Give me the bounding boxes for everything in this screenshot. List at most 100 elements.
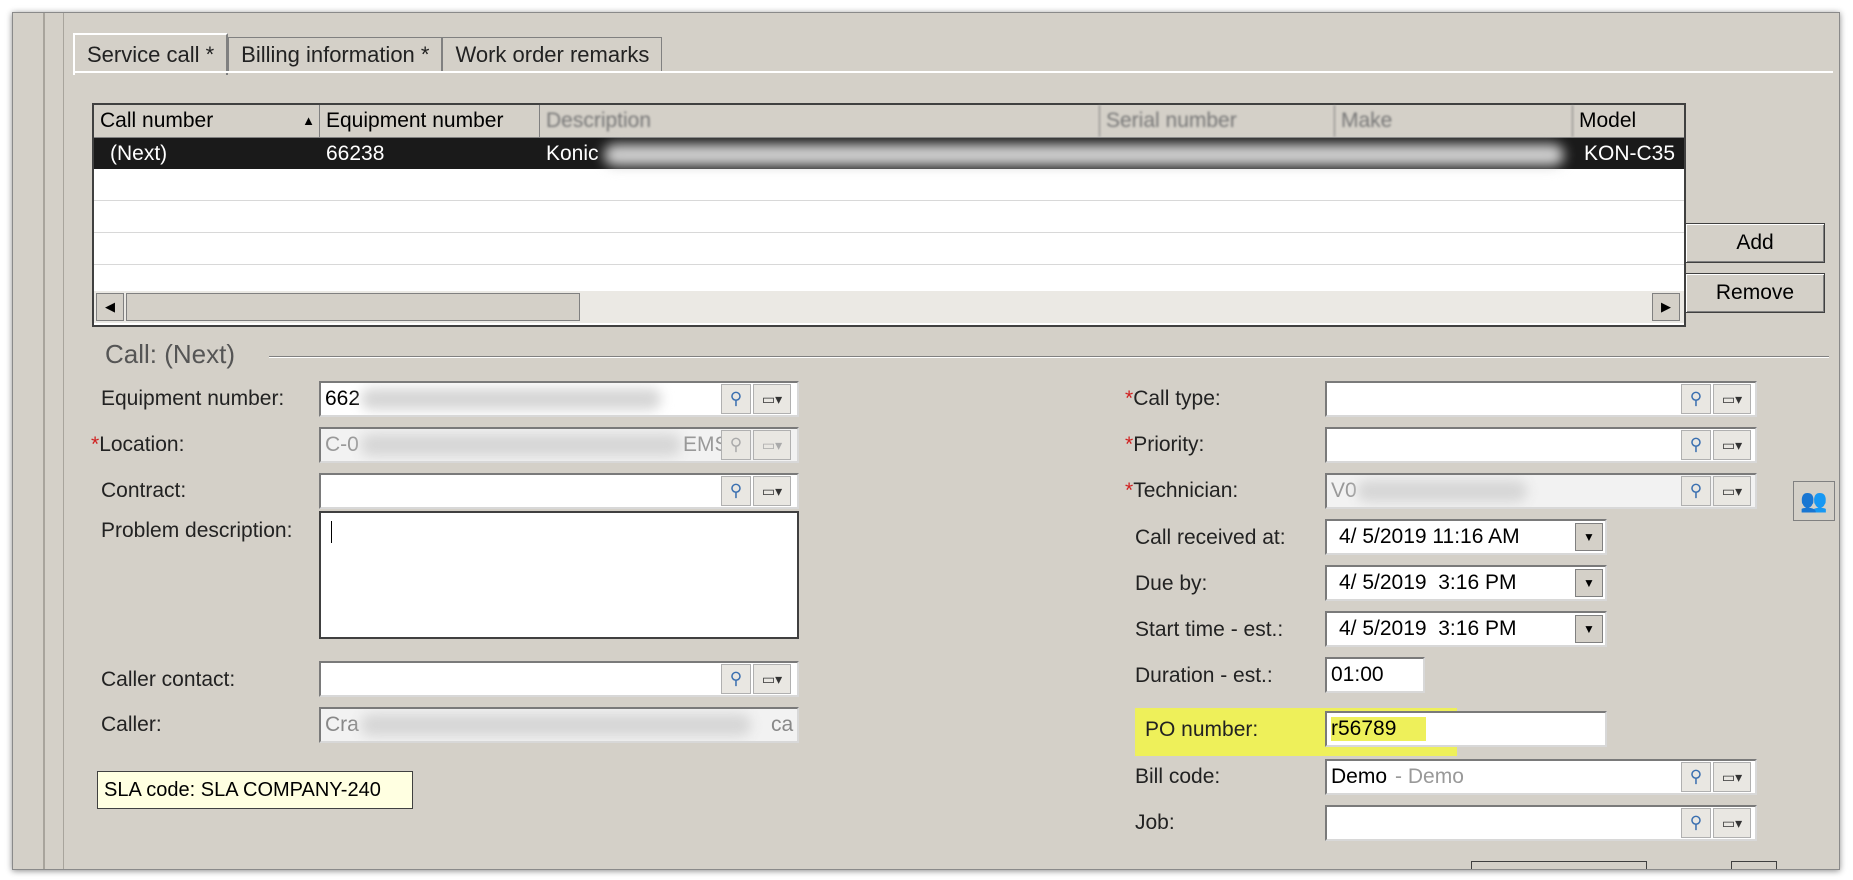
dropdown-menu-icon[interactable]: ▭▾ bbox=[1713, 430, 1751, 460]
location-value-start: C-0 bbox=[325, 433, 359, 456]
call-received-datetime[interactable]: 4/ 5/2019 11:16 AM ▼ bbox=[1325, 519, 1607, 555]
caller-value-end: ca bbox=[771, 713, 794, 736]
contract-label: Contract: bbox=[101, 479, 187, 502]
window-frame: Service call * Billing information * Wor… bbox=[12, 12, 1840, 870]
po-number-label: PO number: bbox=[1145, 718, 1259, 741]
chevron-down-icon[interactable]: ▼ bbox=[1575, 615, 1603, 643]
lookup-icon[interactable]: ⚲ bbox=[1681, 476, 1711, 506]
column-call-number[interactable]: Call number ▲ bbox=[94, 105, 320, 137]
due-by-datetime[interactable]: 4/ 5/2019 3:16 PM ▼ bbox=[1325, 565, 1607, 601]
dropdown-menu-icon[interactable]: ▭▾ bbox=[753, 664, 791, 694]
sort-ascending-icon: ▲ bbox=[302, 113, 315, 128]
redacted-cell-content bbox=[604, 144, 1564, 166]
caller-field[interactable]: Cra ca bbox=[319, 707, 799, 743]
cell-equipment-number: 66238 bbox=[326, 141, 385, 165]
scrollbar-thumb[interactable] bbox=[126, 293, 580, 321]
call-group-title: Call: (Next) bbox=[105, 339, 236, 369]
column-serial-number[interactable]: Serial number bbox=[1100, 105, 1335, 137]
lookup-icon[interactable]: ⚲ bbox=[1681, 430, 1711, 460]
lookup-icon[interactable]: ⚲ bbox=[721, 430, 751, 460]
dropdown-menu-icon[interactable]: ▭▾ bbox=[753, 476, 791, 506]
group-divider bbox=[269, 356, 1829, 358]
column-make[interactable]: Make bbox=[1335, 105, 1573, 137]
chevron-down-icon[interactable]: ▼ bbox=[1575, 523, 1603, 551]
bottom-icon-button[interactable] bbox=[1731, 861, 1777, 869]
scroll-right-icon[interactable]: ▶ bbox=[1652, 293, 1680, 321]
remove-button[interactable]: Remove bbox=[1685, 273, 1825, 313]
contract-field[interactable]: ⚲ ▭▾ bbox=[319, 473, 799, 509]
tab-service-call[interactable]: Service call * bbox=[73, 33, 229, 75]
duration-field[interactable]: 01:00 bbox=[1325, 657, 1425, 693]
lookup-icon[interactable]: ⚲ bbox=[721, 384, 751, 414]
start-time-datetime[interactable]: 4/ 5/2019 3:16 PM ▼ bbox=[1325, 611, 1607, 647]
caller-value-start: Cra bbox=[325, 713, 359, 736]
lookup-icon[interactable]: ⚲ bbox=[721, 476, 751, 506]
column-model[interactable]: Model bbox=[1573, 105, 1684, 137]
table-row-empty bbox=[94, 169, 1684, 201]
dropdown-menu-icon[interactable]: ▭▾ bbox=[753, 384, 791, 414]
bill-code-label: Bill code: bbox=[1135, 765, 1221, 788]
call-type-field[interactable]: ⚲ ▭▾ bbox=[1325, 381, 1757, 417]
cell-call-number: (Next) bbox=[110, 141, 168, 165]
table-row-empty bbox=[94, 201, 1684, 233]
equipment-number-value: 662 bbox=[325, 387, 361, 410]
add-button[interactable]: Add bbox=[1685, 223, 1825, 263]
horizontal-scrollbar[interactable]: ◀ ▶ bbox=[94, 291, 1684, 323]
equipment-number-label: Equipment number: bbox=[101, 387, 285, 410]
lookup-person-icon[interactable]: ⚲ bbox=[721, 664, 751, 694]
scroll-left-icon[interactable]: ◀ bbox=[96, 293, 124, 321]
lookup-icon[interactable]: ⚲ bbox=[1681, 762, 1711, 792]
people-lookup-icon[interactable]: 👥 bbox=[1793, 481, 1835, 521]
sla-code-tooltip: SLA code: SLA COMPANY-240 bbox=[97, 771, 413, 809]
tab-work-order-remarks[interactable]: Work order remarks bbox=[442, 37, 663, 72]
problem-description-label: Problem description: bbox=[101, 519, 293, 542]
dropdown-menu-icon[interactable]: ▭▾ bbox=[1713, 384, 1751, 414]
start-time-value: 4/ 5/2019 3:16 PM bbox=[1339, 617, 1517, 640]
grid-header: Call number ▲ Equipment number Descripti… bbox=[94, 105, 1684, 138]
due-by-value: 4/ 5/2019 3:16 PM bbox=[1339, 571, 1517, 594]
column-description[interactable]: Description bbox=[540, 105, 1100, 137]
location-field[interactable]: C-0 EMS ⚲ ▭▾ bbox=[319, 427, 799, 463]
bill-code-value: Demo bbox=[1331, 765, 1388, 788]
priority-label: *Priority: bbox=[1125, 433, 1205, 456]
problem-description-textarea[interactable] bbox=[319, 511, 799, 639]
po-number-value: r56789 bbox=[1331, 717, 1427, 741]
caller-label: Caller: bbox=[101, 713, 162, 736]
dropdown-menu-icon[interactable]: ▭▾ bbox=[753, 430, 791, 460]
equipment-grid[interactable]: Call number ▲ Equipment number Descripti… bbox=[92, 103, 1686, 327]
table-row-empty bbox=[94, 233, 1684, 265]
tab-billing-information[interactable]: Billing information * bbox=[228, 37, 443, 72]
equipment-number-field[interactable]: 662 ⚲ ▭▾ bbox=[319, 381, 799, 417]
cell-description: Konic bbox=[546, 141, 599, 165]
redacted-value bbox=[361, 388, 661, 410]
technician-label: *Technician: bbox=[1125, 479, 1239, 502]
tab-strip-border bbox=[73, 71, 1833, 73]
sidebar-divider-2 bbox=[63, 13, 64, 869]
redacted-value bbox=[1357, 480, 1527, 502]
lookup-icon[interactable]: ⚲ bbox=[1681, 384, 1711, 414]
location-label: *Location: bbox=[91, 433, 185, 456]
caller-contact-field[interactable]: ⚲ ▭▾ bbox=[319, 661, 799, 697]
bill-code-field[interactable]: Demo - Demo ⚲ ▭▾ bbox=[1325, 759, 1757, 795]
text-caret bbox=[331, 521, 332, 543]
bottom-action-button[interactable] bbox=[1471, 861, 1647, 869]
caller-contact-label: Caller contact: bbox=[101, 668, 236, 691]
dropdown-menu-icon[interactable]: ▭▾ bbox=[1713, 476, 1751, 506]
call-received-label: Call received at: bbox=[1135, 526, 1286, 549]
dropdown-menu-icon[interactable]: ▭▾ bbox=[1713, 762, 1751, 792]
lookup-icon[interactable]: ⚲ bbox=[1681, 808, 1711, 838]
redacted-value bbox=[361, 434, 681, 456]
column-equipment-number[interactable]: Equipment number bbox=[320, 105, 540, 137]
due-by-label: Due by: bbox=[1135, 572, 1208, 595]
cell-model: KON-C35 bbox=[1584, 141, 1676, 165]
table-row-selected[interactable]: (Next) 66238 Konic KON-C35 bbox=[94, 138, 1684, 169]
chevron-down-icon[interactable]: ▼ bbox=[1575, 569, 1603, 597]
start-time-label: Start time - est.: bbox=[1135, 618, 1284, 641]
technician-field[interactable]: V0 ⚲ ▭▾ bbox=[1325, 473, 1757, 509]
redacted-value bbox=[361, 714, 751, 736]
job-field[interactable]: ⚲ ▭▾ bbox=[1325, 805, 1757, 841]
job-label: Job: bbox=[1135, 811, 1175, 834]
po-number-field[interactable]: r56789 bbox=[1325, 711, 1607, 747]
dropdown-menu-icon[interactable]: ▭▾ bbox=[1713, 808, 1751, 838]
priority-field[interactable]: ⚲ ▭▾ bbox=[1325, 427, 1757, 463]
